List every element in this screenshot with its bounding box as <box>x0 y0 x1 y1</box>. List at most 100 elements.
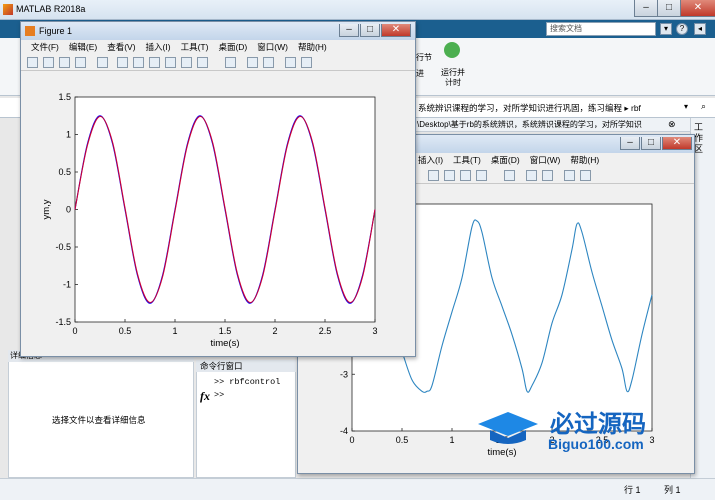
status-row: 行 1 <box>624 483 641 496</box>
fig1-menu-6[interactable]: 窗口(W) <box>257 42 288 52</box>
editor-path: \Desktop\基于rb的系统辨识，系统辨识课程的学习，对所学知识 <box>413 118 703 132</box>
fig2-close-button[interactable]: ✕ <box>662 137 692 150</box>
search-docs-input[interactable]: 搜索文档 <box>546 22 656 36</box>
x-tick-label: 2 <box>272 326 277 336</box>
x-axis-label: time(s) <box>210 338 239 349</box>
y-tick-label: 0 <box>66 205 71 215</box>
x-tick-label: 1 <box>449 435 454 445</box>
run-section-label: 行节 <box>416 53 432 62</box>
figure-1-plot: 0 0.5 1 1.5 2 2.5 3 -1.5 -1 -0.5 0 0.5 1 1.5 time(s) ym… <box>41 92 378 349</box>
help-icon[interactable]: ? <box>676 23 688 35</box>
fig2-minimize-button[interactable]: – <box>620 137 640 150</box>
y-tick-label: 0.5 <box>58 167 71 177</box>
fig1-menu-4[interactable]: 工具(T) <box>181 42 209 52</box>
x-tick-label: 2.5 <box>319 326 332 336</box>
watermark-logo <box>474 408 544 448</box>
figure-icon <box>25 26 35 36</box>
fig1-menu-5[interactable]: 桌面(D) <box>218 42 247 52</box>
legend-icon[interactable] <box>542 170 553 181</box>
colorbar-icon[interactable] <box>247 57 258 68</box>
x-tick-label: 0 <box>72 326 77 336</box>
figure-1-window[interactable]: Figure 1 – □ ✕ 文件(F) 编辑(E) 查看(V) 插入(I) 工具(T)… <box>20 21 416 357</box>
fig2-menu-0[interactable]: 插入(I) <box>418 155 443 165</box>
fig1-maximize-button[interactable]: □ <box>360 24 380 37</box>
x-tick-label: 0.5 <box>396 435 409 445</box>
matlab-logo-icon <box>3 4 13 15</box>
fig1-menu-1[interactable]: 编辑(E) <box>69 42 97 52</box>
y-tick-label: -0.5 <box>55 242 71 252</box>
pan-icon[interactable] <box>428 170 439 181</box>
fig1-menu-2[interactable]: 查看(V) <box>107 42 135 52</box>
open-icon[interactable] <box>43 57 54 68</box>
watermark-text: 必过源码 <box>550 410 646 438</box>
link-plot-icon[interactable] <box>504 170 515 181</box>
status-bar <box>0 478 715 500</box>
run-and-time-icon[interactable] <box>444 42 460 58</box>
save-icon[interactable] <box>59 57 70 68</box>
x-tick-label: 0 <box>349 435 354 445</box>
rotate-icon[interactable] <box>165 57 176 68</box>
y-tick-label: -1.5 <box>55 317 71 327</box>
y-axis-label: ym,y <box>41 199 52 219</box>
data-cursor-icon[interactable] <box>181 57 192 68</box>
x-tick-label: 0.5 <box>119 326 132 336</box>
search-icon[interactable]: ⌕ <box>701 101 706 112</box>
fig2-menu-2[interactable]: 桌面(D) <box>491 155 520 165</box>
fig1-menu-0[interactable]: 文件(F) <box>31 42 59 52</box>
show-plot-tools-icon[interactable] <box>301 57 312 68</box>
x-axis-label: time(s) <box>487 447 516 458</box>
x-tick-label: 3 <box>372 326 377 336</box>
minimize-button[interactable]: – <box>634 0 658 17</box>
y-tick-label: -3 <box>340 369 348 379</box>
zoom-in-icon[interactable] <box>117 57 128 68</box>
hide-plot-tools-icon[interactable] <box>285 57 296 68</box>
edit-plot-icon[interactable] <box>97 57 108 68</box>
fig2-maximize-button[interactable]: □ <box>641 137 661 150</box>
brush-icon[interactable] <box>197 57 208 68</box>
col-value: 1 <box>675 485 681 495</box>
fig1-close-button[interactable]: ✕ <box>381 24 411 37</box>
legend-icon[interactable] <box>263 57 274 68</box>
fx-icon[interactable]: fx <box>200 389 210 404</box>
fig1-menu-7[interactable]: 帮助(H) <box>298 42 327 52</box>
close-button[interactable]: ✕ <box>680 0 715 17</box>
hide-plot-tools-icon[interactable] <box>564 170 575 181</box>
editor-close-icon[interactable]: ⊗ <box>668 119 676 130</box>
command-window-header: 命令行窗口 <box>196 360 296 372</box>
fig1-minimize-button[interactable]: – <box>339 24 359 37</box>
x-tick-label: 1 <box>172 326 177 336</box>
zoom-out-icon[interactable] <box>133 57 144 68</box>
new-figure-icon[interactable] <box>27 57 38 68</box>
data-cursor-icon[interactable] <box>460 170 471 181</box>
fig2-menu-4[interactable]: 帮助(H) <box>570 155 599 165</box>
rotate-icon[interactable] <box>444 170 455 181</box>
pan-icon[interactable] <box>149 57 160 68</box>
link-plot-icon[interactable] <box>225 57 236 68</box>
run-and-time-label[interactable]: 运行并 计时 <box>440 68 466 88</box>
community-icon[interactable]: ◂ <box>694 23 706 35</box>
filter-icon[interactable]: ▾ <box>660 23 672 35</box>
row-label: 行 <box>624 485 634 495</box>
details-message: 选择文件以查看详细信息 <box>52 415 146 425</box>
current-folder-path[interactable]: 系统辨识课程的学习，对所学知识进行巩固，练习编程 ▸ rbf <box>418 102 641 114</box>
main-title-bar <box>0 0 715 20</box>
brush-icon[interactable] <box>476 170 487 181</box>
address-dropdown-icon[interactable]: ▾ <box>684 102 688 111</box>
x-tick-label: 1.5 <box>219 326 232 336</box>
y-tick-label: -4 <box>340 426 348 436</box>
status-col: 列 1 <box>664 483 681 496</box>
fig1-menu-3[interactable]: 插入(I) <box>146 42 171 52</box>
workspace-label[interactable]: 工作区 <box>694 122 708 155</box>
fig2-menu-1[interactable]: 工具(T) <box>453 155 481 165</box>
app-title: MATLAB R2018a <box>16 4 86 14</box>
colorbar-icon[interactable] <box>526 170 537 181</box>
y-tick-label: 1.5 <box>58 92 71 102</box>
show-plot-tools-icon[interactable] <box>580 170 591 181</box>
print-icon[interactable] <box>75 57 86 68</box>
command-prompt[interactable]: >> <box>214 390 224 400</box>
y-tick-label: -1 <box>63 280 71 290</box>
row-value: 1 <box>635 485 641 495</box>
maximize-button[interactable]: □ <box>657 0 681 17</box>
fig2-menu-3[interactable]: 窗口(W) <box>530 155 561 165</box>
figure-1-title: Figure 1 <box>39 26 73 36</box>
